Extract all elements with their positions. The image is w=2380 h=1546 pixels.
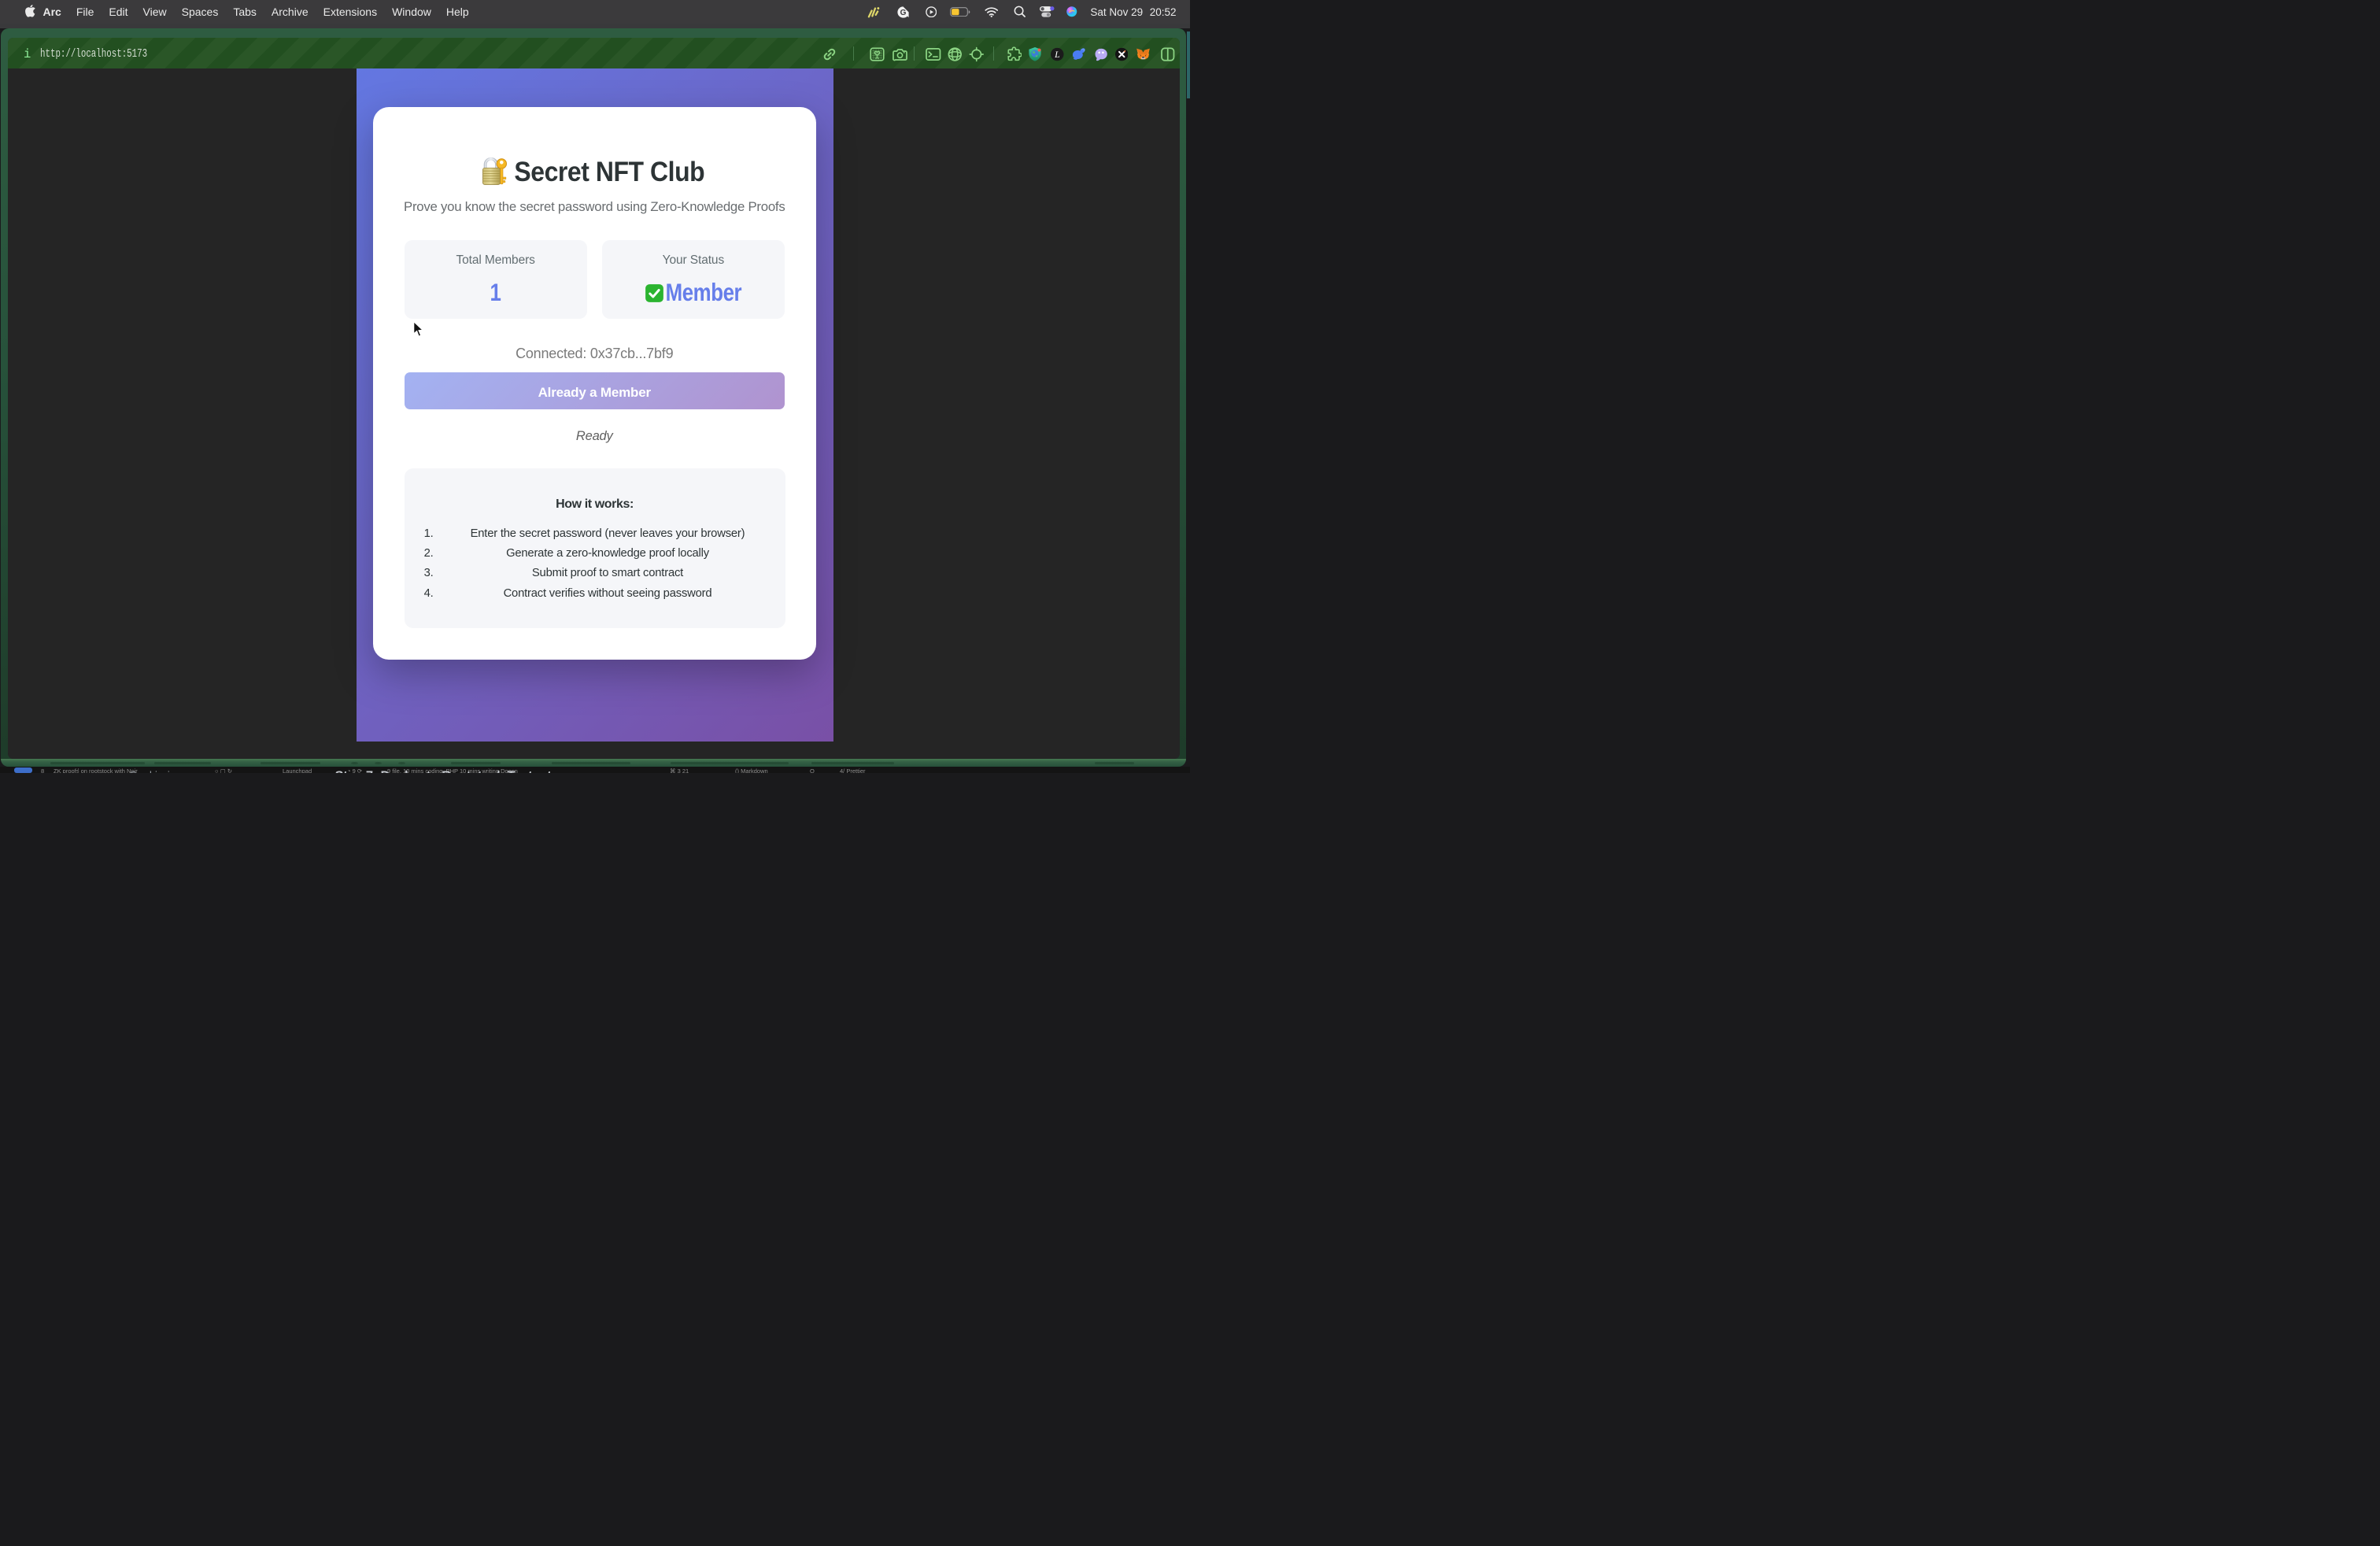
svg-text:L: L	[1054, 49, 1060, 60]
svg-text:G: G	[900, 9, 907, 17]
